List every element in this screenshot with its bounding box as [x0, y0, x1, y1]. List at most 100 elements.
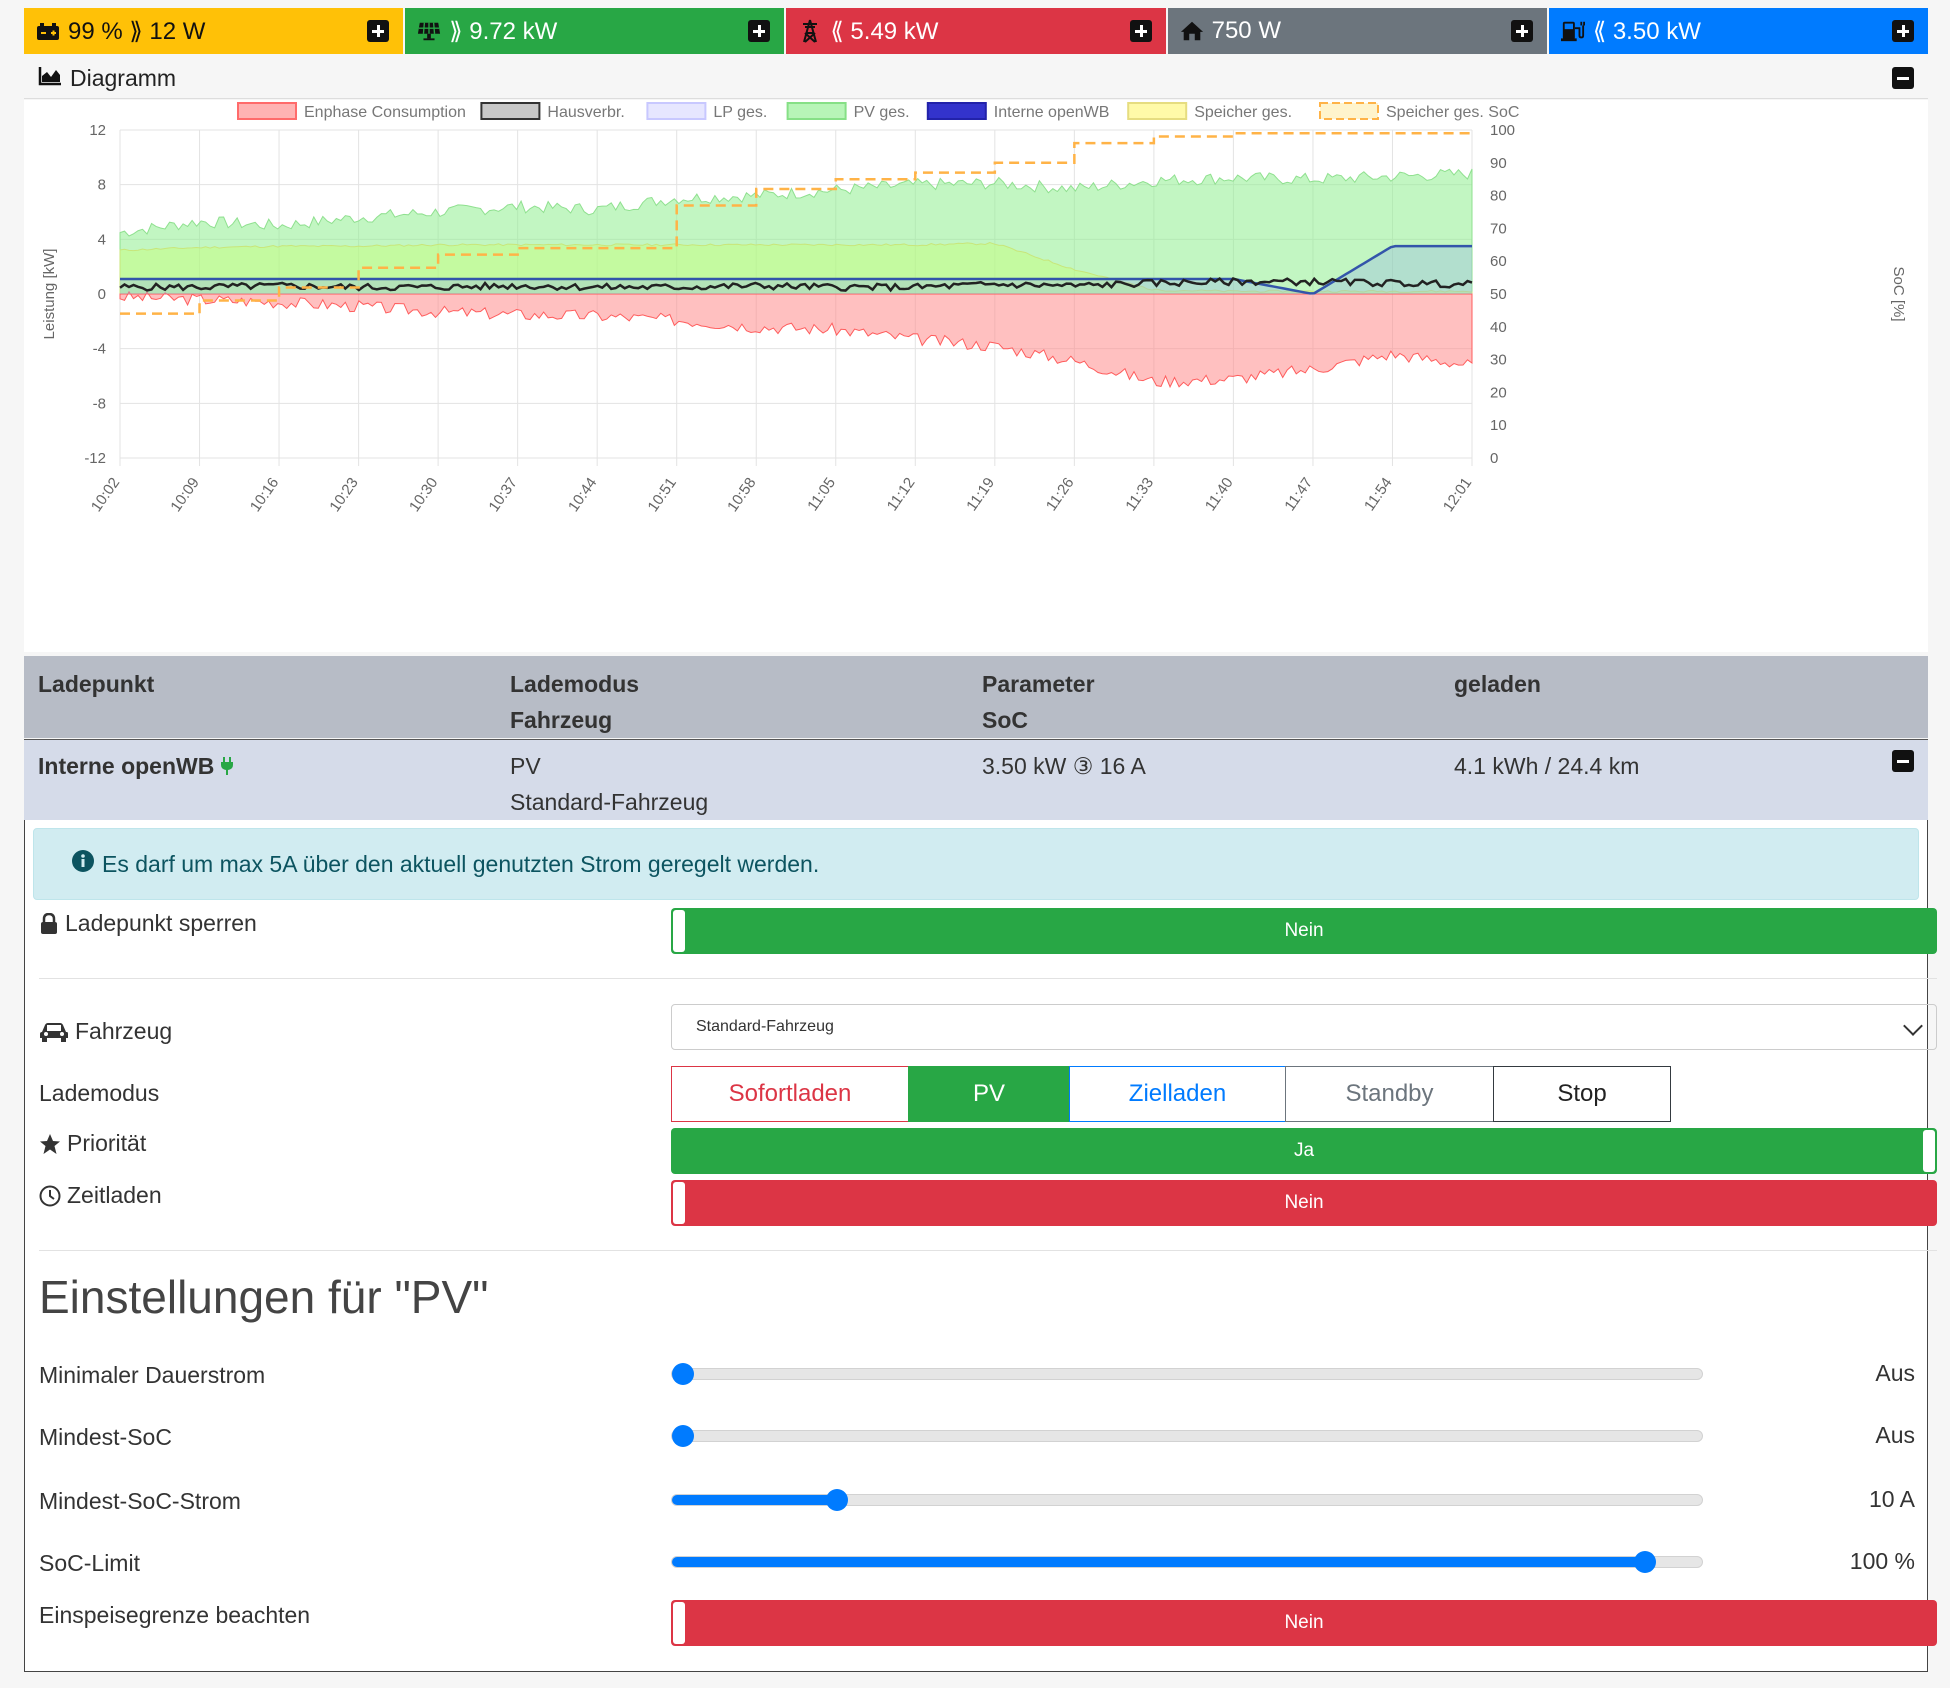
slider-label: Mindest-SoC	[39, 1424, 172, 1450]
x-tick-label: 10:09	[167, 475, 202, 516]
collapse-icon[interactable]	[1892, 67, 1914, 89]
col-lademodus: Lademodus Fahrzeug	[510, 671, 640, 733]
slider-value: 10 A	[1868, 1486, 1915, 1512]
y-tick-label: 4	[98, 231, 106, 248]
house-icon	[1180, 19, 1204, 43]
mode-zielladen-button[interactable]: Zielladen	[1069, 1066, 1286, 1122]
slider-value: 100 %	[1849, 1548, 1915, 1574]
x-tick-label: 11:26	[1043, 475, 1078, 515]
x-tick-label: 10:58	[724, 475, 759, 516]
vehicle-label: Fahrzeug	[39, 1018, 172, 1045]
y2-tick-label: 50	[1490, 286, 1507, 303]
vehicle-value: Standard-Fahrzeug	[510, 789, 709, 815]
lock-label: Ladepunkt sperren	[39, 910, 257, 937]
slider-value: Aus	[1875, 1360, 1915, 1386]
charging-tile[interactable]: ⟪ 3.50 kW	[1548, 8, 1929, 54]
grid-value: ⟪ 5.49 kW	[830, 17, 939, 45]
feedin-toggle[interactable]: Nein	[671, 1600, 1937, 1646]
y-tick-label: 0	[98, 286, 106, 303]
x-tick-label: 10:02	[88, 475, 123, 516]
y-tick-label: -8	[93, 395, 106, 412]
min-soc-current-slider[interactable]	[671, 1489, 1703, 1511]
lock-toggle[interactable]: Nein	[671, 908, 1937, 954]
legend-swatch	[237, 102, 297, 120]
expand-icon[interactable]	[1510, 20, 1533, 42]
grid-tile[interactable]: ⟪ 5.49 kW	[786, 8, 1166, 54]
info-circle-icon	[72, 850, 94, 878]
slider-label: SoC-Limit	[39, 1550, 140, 1576]
timed-charging-toggle[interactable]: Nein	[671, 1180, 1937, 1226]
chart-svg: 12840-4-8-12100908070605040302010010:02 1…	[41, 102, 1907, 516]
legend-label: Interne openWB	[994, 104, 1110, 121]
battery-tile[interactable]: 99 % ⟫ 12 W	[24, 8, 404, 54]
x-tick-label: 11:05	[804, 475, 839, 515]
expand-icon[interactable]	[1892, 20, 1915, 42]
lock-icon	[39, 912, 59, 935]
house-tile[interactable]: 750 W	[1167, 8, 1547, 54]
mode-pv-button[interactable]: PV	[908, 1066, 1070, 1122]
mode-button-group: Sofortladen PV Zielladen Standby Stop	[671, 1066, 1937, 1122]
mode-sofortladen-button[interactable]: Sofortladen	[671, 1066, 909, 1122]
y2-tick-label: 80	[1490, 188, 1507, 205]
legend-swatch	[1319, 102, 1379, 120]
y2-tick-label: 20	[1490, 384, 1507, 401]
min-soc-slider[interactable]	[671, 1425, 1703, 1447]
x-tick-label: 11:54	[1361, 475, 1396, 515]
legend-swatch	[926, 102, 987, 120]
chargepoint-name: Interne openWB	[38, 753, 215, 779]
star-icon	[39, 1133, 61, 1155]
legend-swatch	[480, 102, 541, 120]
x-tick-label: 10:23	[326, 475, 361, 516]
x-tick-label: 11:33	[1122, 475, 1157, 515]
charging-value: ⟪ 3.50 kW	[1592, 17, 1701, 45]
y2-tick-label: 40	[1490, 319, 1507, 336]
solar-panel-icon	[417, 19, 441, 43]
mode-stop-button[interactable]: Stop	[1493, 1066, 1671, 1122]
car-battery-icon	[36, 19, 60, 43]
chargepoint-row[interactable]: Interne openWB PV Standard-Fahrzeug 3.50 …	[24, 739, 1928, 820]
slider-label: Minimaler Dauerstrom	[39, 1362, 266, 1388]
y2-axis-label: SoC [%]	[1890, 266, 1907, 321]
y2-tick-label: 70	[1490, 220, 1507, 237]
priority-label: Priorität	[39, 1130, 146, 1157]
legend-label: LP ges.	[713, 104, 767, 121]
slider-value: Aus	[1875, 1422, 1915, 1448]
priority-toggle[interactable]: Ja	[671, 1128, 1937, 1174]
collapse-icon[interactable]	[1892, 750, 1914, 772]
chargepoint-name-cell: Interne openWB	[38, 748, 234, 784]
y2-tick-label: 90	[1490, 155, 1507, 172]
timed-charging-label: Zeitladen	[39, 1182, 162, 1209]
y2-tick-label: 60	[1490, 253, 1507, 270]
mode-standby-button[interactable]: Standby	[1285, 1066, 1494, 1122]
power-chart: 12 8 4 0 -4 -8 -12 100 90 80 70 60 50 40 30 20 10 0 10:02 1…	[24, 100, 1928, 652]
chargepoint-table-header: Ladepunkt Lademodus Fahrzeug Parameter SoC…	[24, 656, 1928, 738]
expand-icon[interactable]	[1129, 20, 1152, 42]
slider-label: Mindest-SoC-Strom	[39, 1488, 241, 1514]
y-tick-label: -4	[93, 341, 106, 358]
legend-swatch	[786, 102, 847, 120]
col-geladen: geladen	[1454, 671, 1541, 697]
diagram-header[interactable]: Diagramm	[24, 58, 1928, 99]
vehicle-select[interactable]: Standard-Fahrzeug	[671, 1004, 1937, 1050]
x-tick-label: 10:37	[485, 475, 520, 516]
min-current-slider[interactable]	[671, 1363, 1703, 1385]
expand-icon[interactable]	[367, 20, 390, 42]
pv-tile[interactable]: ⟫ 9.72 kW	[405, 8, 785, 54]
chargepoint-settings: Es darf um max 5A über den aktuell genut…	[24, 820, 1937, 1672]
expand-icon[interactable]	[748, 20, 771, 42]
y-tick-label: -12	[84, 450, 106, 467]
x-tick-label: 12:01	[1440, 475, 1475, 516]
mode-value: PV	[510, 753, 541, 779]
soc-limit-slider[interactable]	[671, 1551, 1703, 1573]
y-axis-label: Leistung [kW]	[41, 249, 58, 340]
battery-value: 99 % ⟫ 12 W	[68, 17, 206, 45]
col-parameter: Parameter SoC	[982, 671, 1095, 733]
y2-tick-label: 0	[1490, 450, 1498, 467]
chevron-down-icon	[1903, 1016, 1923, 1036]
parameter-value: 3.50 kW ③ 16 A	[982, 753, 1146, 779]
mode-cell: PV Standard-Fahrzeug	[510, 748, 708, 820]
legend-label: PV ges.	[854, 104, 910, 121]
y-tick-label: 8	[98, 177, 106, 194]
legend-label: Hausverbr.	[547, 104, 624, 121]
info-alert: Es darf um max 5A über den aktuell genut…	[33, 828, 1919, 900]
